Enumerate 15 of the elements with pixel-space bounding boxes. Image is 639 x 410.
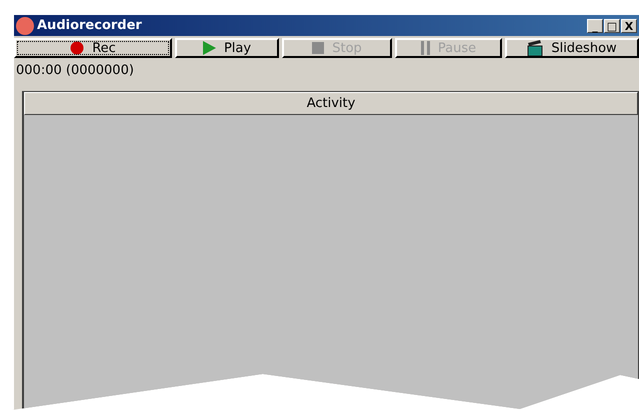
minimize-button[interactable]: _ bbox=[587, 18, 603, 32]
record-icon bbox=[70, 41, 84, 55]
time-readout: 000:00 (0000000) bbox=[16, 63, 134, 78]
close-button[interactable]: X bbox=[621, 18, 637, 32]
clapperboard-icon bbox=[527, 40, 544, 56]
play-icon bbox=[202, 41, 216, 55]
app-icon bbox=[16, 16, 34, 34]
record-button[interactable]: Rec bbox=[14, 38, 172, 58]
column-header[interactable]: Activity bbox=[24, 92, 638, 115]
window-title: Audiorecorder bbox=[37, 18, 143, 33]
maximize-button[interactable]: □ bbox=[604, 18, 620, 32]
pause-icon bbox=[420, 41, 430, 55]
play-button[interactable]: Play bbox=[175, 38, 279, 58]
stop-icon bbox=[312, 42, 324, 54]
slideshow-button[interactable]: Slideshow bbox=[505, 38, 639, 58]
